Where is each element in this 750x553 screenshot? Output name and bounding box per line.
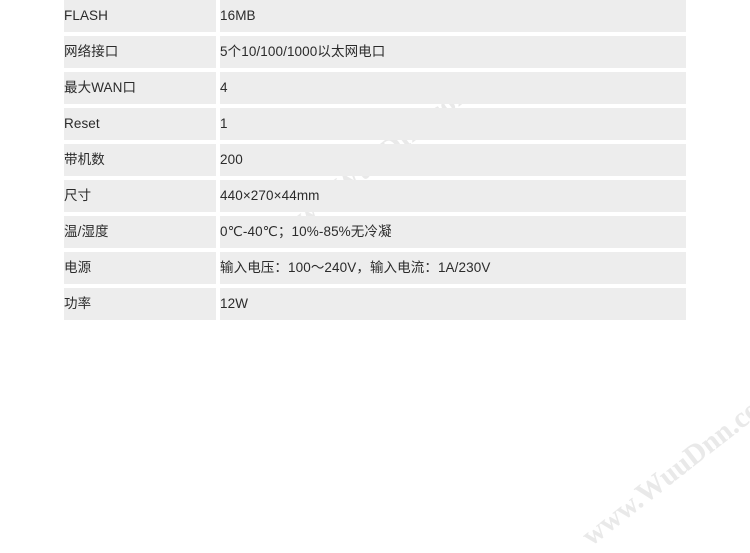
spec-label-cell: Reset	[64, 108, 220, 140]
table-row: 电源 输入电压：100～240V，输入电流：1A/230V	[64, 252, 686, 284]
table-row: 网络接口 5个10/100/1000以太网电口	[64, 36, 686, 68]
spec-label-cell: 电源	[64, 252, 220, 284]
table-row: FLASH 16MB	[64, 0, 686, 32]
spec-value-cell: 200	[220, 144, 686, 176]
table-row: 带机数 200	[64, 144, 686, 176]
specification-table: FLASH 16MB 网络接口 5个10/100/1000以太网电口 最大WAN…	[64, 0, 686, 324]
spec-label-cell: 功率	[64, 288, 220, 320]
spec-value-cell: 16MB	[220, 0, 686, 32]
spec-value-cell: 1	[220, 108, 686, 140]
table-row: 最大WAN口 4	[64, 72, 686, 104]
table-row: Reset 1	[64, 108, 686, 140]
spec-label-cell: 带机数	[64, 144, 220, 176]
spec-value-cell: 5个10/100/1000以太网电口	[220, 36, 686, 68]
spec-value-cell: 0℃-40℃；10%-85%无冷凝	[220, 216, 686, 248]
spec-label-cell: FLASH	[64, 0, 220, 32]
table-row: 功率 12W	[64, 288, 686, 320]
table-row: 温/湿度 0℃-40℃；10%-85%无冷凝	[64, 216, 686, 248]
spec-label-cell: 网络接口	[64, 36, 220, 68]
spec-value-cell: 440×270×44mm	[220, 180, 686, 212]
spec-label-cell: 最大WAN口	[64, 72, 220, 104]
table-row: 尺寸 440×270×44mm	[64, 180, 686, 212]
spec-value-cell: 输入电压：100～240V，输入电流：1A/230V	[220, 252, 686, 284]
spec-label-cell: 尺寸	[64, 180, 220, 212]
spec-value-cell: 12W	[220, 288, 686, 320]
watermark-bottom-right: www.WuuDnn.com	[575, 378, 750, 553]
spec-value-cell: 4	[220, 72, 686, 104]
spec-label-cell: 温/湿度	[64, 216, 220, 248]
specification-table-body: FLASH 16MB 网络接口 5个10/100/1000以太网电口 最大WAN…	[64, 0, 686, 320]
specification-table-container: FLASH 16MB 网络接口 5个10/100/1000以太网电口 最大WAN…	[64, 0, 686, 324]
